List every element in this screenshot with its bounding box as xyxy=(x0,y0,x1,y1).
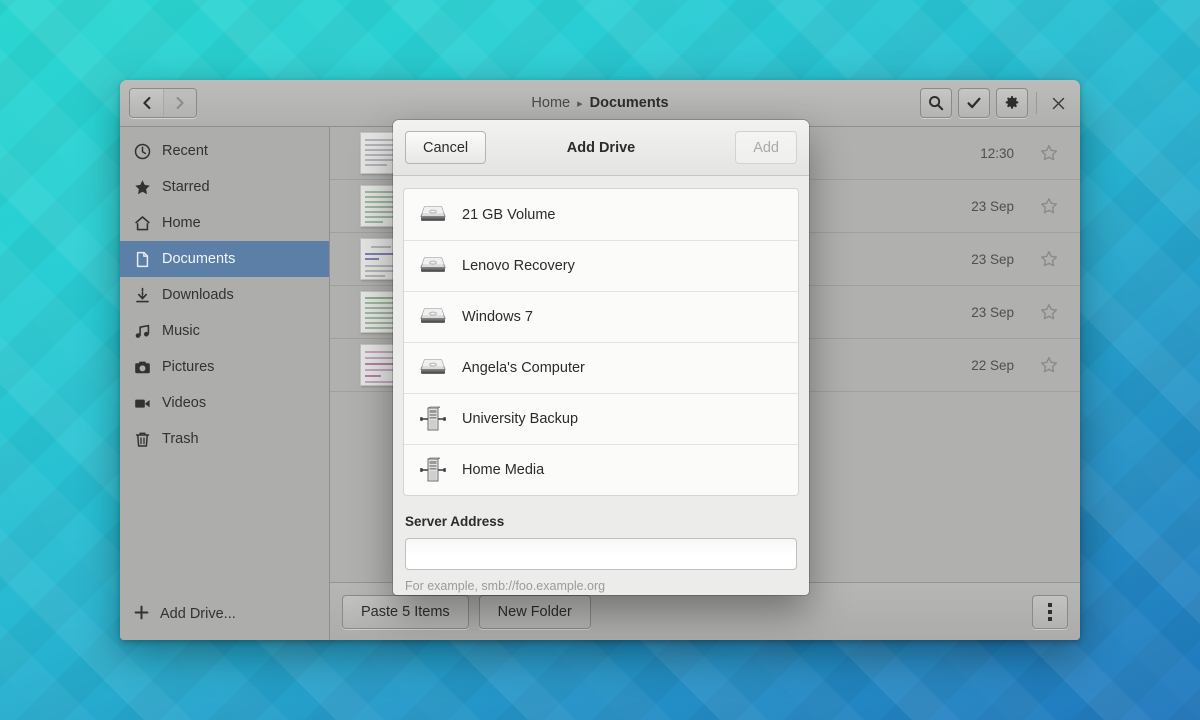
server-address-input[interactable] xyxy=(405,538,797,570)
sidebar-item-label: Downloads xyxy=(162,287,234,303)
breadcrumb-separator-icon: ▸ xyxy=(577,97,583,110)
harddisk-icon xyxy=(418,353,448,383)
star-toggle-icon[interactable] xyxy=(1040,197,1058,215)
headerbar-actions xyxy=(920,88,1071,118)
settings-button[interactable] xyxy=(996,88,1028,118)
list-item[interactable]: Windows 7 xyxy=(404,291,798,342)
sidebar-add-drive-button[interactable]: Add Drive... xyxy=(120,594,329,634)
checkmark-icon xyxy=(966,95,982,111)
overflow-menu-icon xyxy=(1048,610,1052,614)
server-address-section: Server Address For example, smb://foo.ex… xyxy=(393,496,809,593)
plus-icon xyxy=(134,605,149,624)
drive-name: 21 GB Volume xyxy=(462,207,556,223)
list-item[interactable]: Angela's Computer xyxy=(404,342,798,393)
drive-name: Lenovo Recovery xyxy=(462,258,575,274)
close-icon xyxy=(1052,97,1065,110)
gear-icon xyxy=(1004,95,1020,111)
sidebar-item-label: Trash xyxy=(162,431,199,447)
sidebar-item-pictures[interactable]: Pictures xyxy=(120,349,329,385)
sidebar-item-label: Recent xyxy=(162,143,208,159)
new-folder-button[interactable]: New Folder xyxy=(479,595,591,629)
drive-list: 21 GB Volume Lenovo Recovery xyxy=(403,188,799,496)
overflow-menu-button[interactable] xyxy=(1032,595,1068,629)
harddisk-icon xyxy=(418,200,448,230)
overflow-menu-icon xyxy=(1048,617,1052,621)
sidebar-item-home[interactable]: Home xyxy=(120,205,329,241)
chevron-right-icon xyxy=(174,96,186,110)
sidebar-item-recent[interactable]: Recent xyxy=(120,133,329,169)
star-toggle-icon[interactable] xyxy=(1040,250,1058,268)
clock-icon xyxy=(134,143,151,160)
video-icon xyxy=(134,395,151,412)
paste-items-button[interactable]: Paste 5 Items xyxy=(342,595,469,629)
add-button[interactable]: Add xyxy=(735,131,797,164)
sidebar-item-label: Documents xyxy=(162,251,235,267)
search-icon xyxy=(928,95,944,111)
star-toggle-icon[interactable] xyxy=(1040,356,1058,374)
sidebar-item-label: Videos xyxy=(162,395,206,411)
sidebar-item-label: Pictures xyxy=(162,359,214,375)
breadcrumb-current[interactable]: Documents xyxy=(590,95,669,111)
star-toggle-icon[interactable] xyxy=(1040,144,1058,162)
list-item[interactable]: 21 GB Volume xyxy=(404,189,798,240)
breadcrumb-home[interactable]: Home xyxy=(531,95,570,111)
sidebar: Recent Starred Home xyxy=(120,127,330,640)
overflow-menu-icon xyxy=(1048,603,1052,607)
add-drive-dialog: Cancel Add Drive Add 21 GB Volume xyxy=(393,120,809,595)
list-item[interactable]: University Backup xyxy=(404,393,798,444)
server-address-label: Server Address xyxy=(405,514,797,529)
sidebar-item-starred[interactable]: Starred xyxy=(120,169,329,205)
sidebar-item-trash[interactable]: Trash xyxy=(120,421,329,457)
close-button[interactable] xyxy=(1045,90,1071,116)
cancel-button[interactable]: Cancel xyxy=(405,131,486,164)
harddisk-icon xyxy=(418,251,448,281)
camera-icon xyxy=(134,359,151,376)
sidebar-item-documents[interactable]: Documents xyxy=(120,241,329,277)
music-icon xyxy=(134,323,151,340)
list-item[interactable]: Lenovo Recovery xyxy=(404,240,798,291)
harddisk-icon xyxy=(418,302,448,332)
drive-name: Windows 7 xyxy=(462,309,533,325)
download-icon xyxy=(134,287,151,304)
forward-button[interactable] xyxy=(163,89,196,117)
drive-name: University Backup xyxy=(462,411,578,427)
sidebar-item-label: Starred xyxy=(162,179,210,195)
sidebar-item-label: Home xyxy=(162,215,201,231)
star-icon xyxy=(134,179,151,196)
chevron-left-icon xyxy=(141,96,153,110)
drive-name: Home Media xyxy=(462,462,544,478)
navigation-button-group xyxy=(129,88,197,118)
sidebar-places-list: Recent Starred Home xyxy=(120,127,329,594)
file-date: 23 Sep xyxy=(971,305,1014,320)
server-address-hint: For example, smb://foo.example.org xyxy=(405,579,797,593)
trash-icon xyxy=(134,431,151,448)
sidebar-item-downloads[interactable]: Downloads xyxy=(120,277,329,313)
file-date: 23 Sep xyxy=(971,199,1014,214)
drive-name: Angela's Computer xyxy=(462,360,585,376)
desktop-wallpaper: Home ▸ Documents xyxy=(0,0,1200,720)
home-icon xyxy=(134,215,151,232)
sidebar-add-drive-label: Add Drive... xyxy=(160,606,236,622)
file-date: 23 Sep xyxy=(971,252,1014,267)
sidebar-item-videos[interactable]: Videos xyxy=(120,385,329,421)
file-date: 12:30 xyxy=(980,146,1014,161)
file-date: 22 Sep xyxy=(971,358,1014,373)
back-button[interactable] xyxy=(130,89,163,117)
star-toggle-icon[interactable] xyxy=(1040,303,1058,321)
selection-mode-button[interactable] xyxy=(958,88,990,118)
headerbar-divider xyxy=(1036,92,1037,114)
list-item[interactable]: Home Media xyxy=(404,444,798,495)
server-icon xyxy=(418,455,448,485)
sidebar-item-label: Music xyxy=(162,323,200,339)
document-icon xyxy=(134,251,151,268)
sidebar-item-music[interactable]: Music xyxy=(120,313,329,349)
dialog-headerbar: Cancel Add Drive Add xyxy=(393,120,809,176)
server-icon xyxy=(418,404,448,434)
search-button[interactable] xyxy=(920,88,952,118)
